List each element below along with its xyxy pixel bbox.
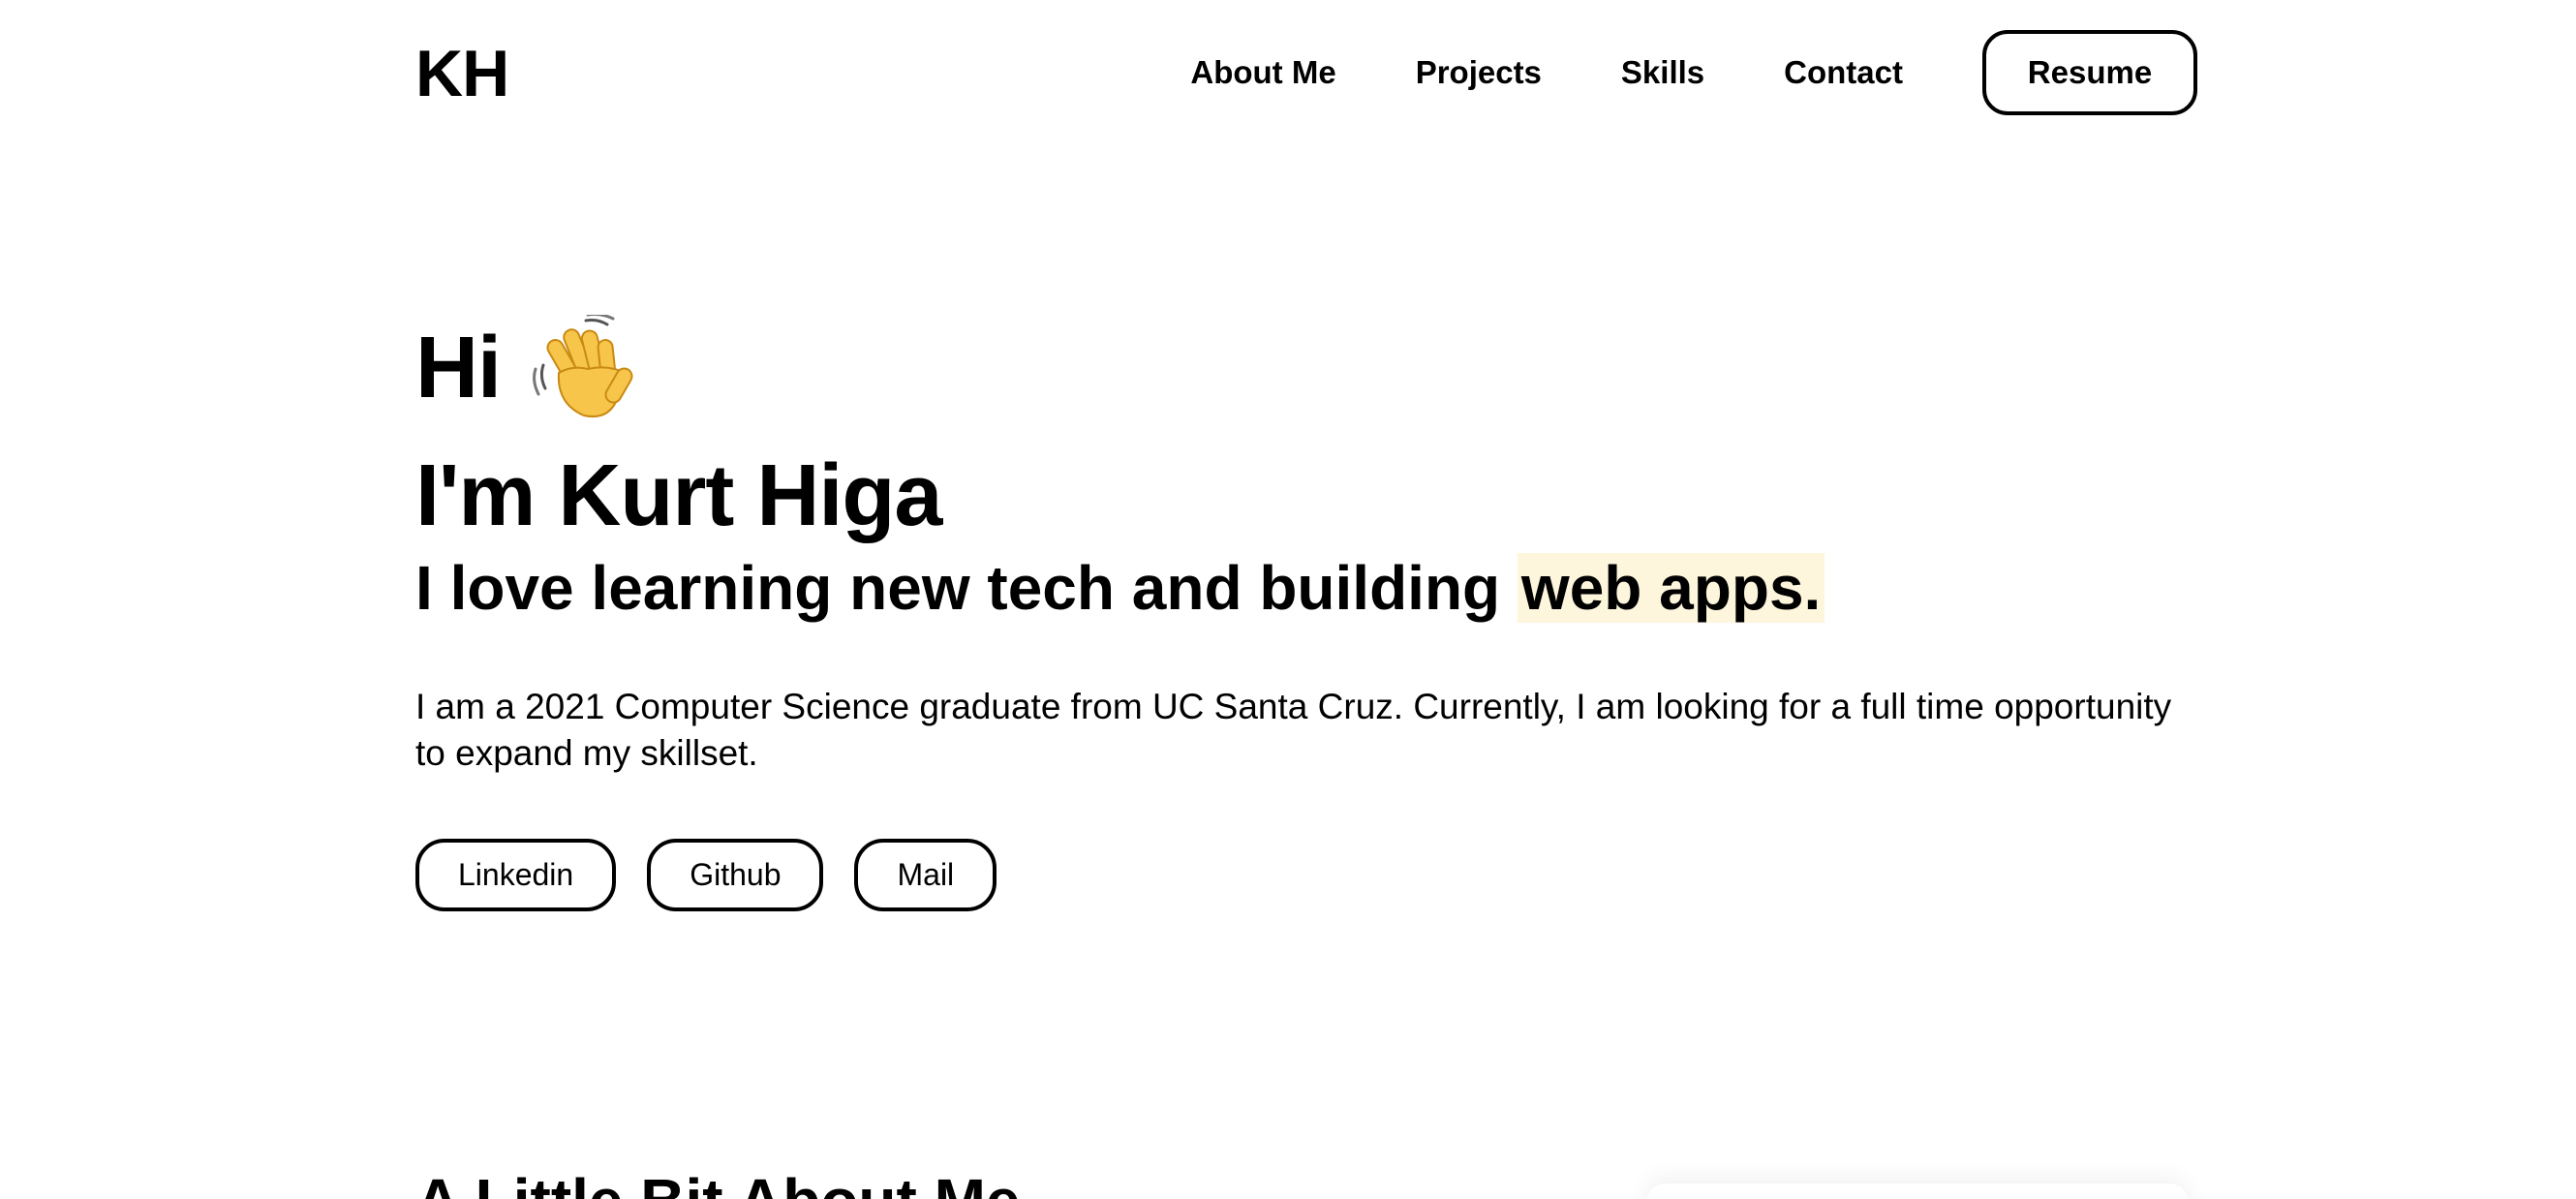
hero-section: Hi I'm Kurt Higa I love learning new tec… — [415, 310, 2197, 911]
bio-text: I am a 2021 Computer Science graduate fr… — [415, 687, 2172, 773]
mail-button[interactable]: Mail — [854, 839, 997, 911]
github-button[interactable]: Github — [647, 839, 824, 911]
linkedin-button[interactable]: Linkedin — [415, 839, 617, 911]
site-header: KH About Me Projects Skills Contact Resu… — [415, 0, 2197, 145]
nav-link-skills[interactable]: Skills — [1621, 53, 1704, 92]
nav-link-contact[interactable]: Contact — [1784, 53, 1903, 92]
portfolio-page: KH About Me Projects Skills Contact Resu… — [0, 0, 2576, 1199]
about-card — [1646, 1184, 2189, 1199]
tagline-highlight: web apps. — [1517, 553, 1825, 623]
about-heading: A Little Bit About Me — [415, 1162, 1021, 1199]
greeting: Hi — [415, 310, 2197, 426]
logo[interactable]: KH — [415, 37, 509, 110]
tagline: I love learning new tech and building we… — [415, 552, 2197, 624]
main-nav: About Me Projects Skills Contact Resume — [1190, 30, 2197, 115]
waving-hand-icon — [530, 313, 636, 421]
greeting-text: Hi — [415, 320, 502, 416]
nav-link-about-me[interactable]: About Me — [1190, 53, 1335, 92]
tagline-text: I love learning new tech and building — [415, 553, 1501, 623]
resume-button[interactable]: Resume — [1982, 30, 2197, 115]
intro-name: I'm Kurt Higa — [415, 447, 942, 544]
nav-link-projects[interactable]: Projects — [1416, 53, 1542, 92]
social-links: Linkedin Github Mail — [415, 839, 2197, 911]
